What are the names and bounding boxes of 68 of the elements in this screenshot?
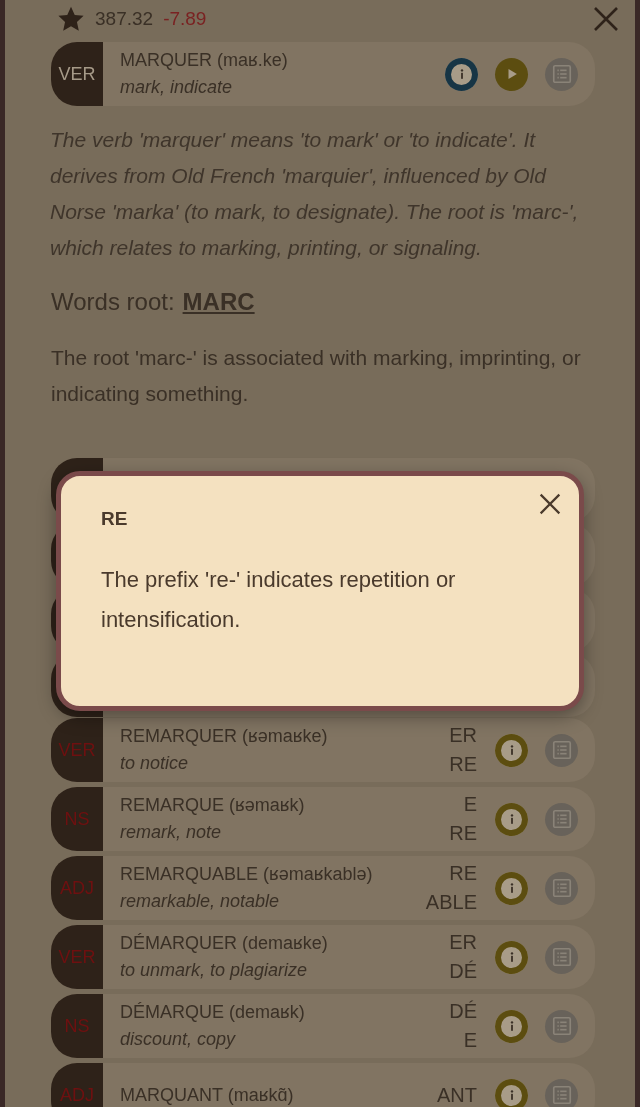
part-of-speech-badge: VER <box>51 42 103 106</box>
affix-text: DÉ <box>449 960 477 983</box>
word-title: REMARQUE (ʁəmaʁk) <box>120 795 306 816</box>
word-row[interactable]: VER REMARQUER (ʁəmaʁke) to notice ER RE <box>51 718 595 782</box>
word-translation: discount, copy <box>120 1029 237 1050</box>
dialog-text: The prefix 're-' indicates repetition or intensification. <box>101 566 457 634</box>
part-of-speech-badge: VER <box>51 718 103 782</box>
list-button[interactable] <box>545 1078 578 1107</box>
part-of-speech-badge: ADJ <box>51 1063 103 1107</box>
word-translation: mark, indicate <box>120 77 234 98</box>
star-icon <box>57 5 85 33</box>
info-button[interactable] <box>495 871 528 905</box>
info-button[interactable] <box>445 57 478 91</box>
word-title: DÉMARQUE (demaʁk) <box>120 1002 306 1023</box>
dialog-title: RE <box>101 508 129 530</box>
affix-text: RE <box>449 862 477 885</box>
list-icon <box>550 1015 573 1037</box>
etymology-text: The verb 'marquer' means 'to mark' or 'to indicate'. It derives from Old French 'marquier', influenced by Old Norse 'marka' (to mark, to designate). The root is 'marc-', which relates to marking, printing, or signaling. <box>50 127 580 261</box>
list-icon <box>550 1084 573 1106</box>
score-text: 387.32 <box>95 8 154 30</box>
affix-text: RE <box>449 753 477 776</box>
affix-text: ABLE <box>425 891 477 914</box>
root-description: The root 'marc-' is associated with marking, imprinting, or indicating something. <box>51 345 582 407</box>
affix-text: ANT <box>437 1083 477 1107</box>
info-button[interactable] <box>495 940 528 974</box>
list-button[interactable] <box>545 871 578 905</box>
score-change: -7.89 <box>163 8 207 30</box>
list-button[interactable] <box>545 1009 578 1043</box>
word-title: REMARQUABLE (ʁəmaʁkablə) <box>120 864 374 885</box>
part-of-speech-badge: NS <box>51 994 103 1058</box>
root-label: Words root: <box>51 288 175 316</box>
affix-text: E <box>463 1029 477 1052</box>
word-row[interactable]: VER DÉMARQUER (demaʁke) to unmark, to plagiarize ER DÉ <box>51 925 595 989</box>
word-translation: remarkable, notable <box>120 891 281 912</box>
list-icon <box>550 808 573 830</box>
word-title: MARQUER (maʁ.ke) <box>120 50 289 71</box>
list-button[interactable] <box>545 57 578 91</box>
play-button[interactable] <box>495 57 528 91</box>
root-link[interactable]: MARC <box>182 288 255 316</box>
list-button[interactable] <box>545 733 578 767</box>
word-translation: remark, note <box>120 822 223 843</box>
list-icon <box>550 63 573 85</box>
part-of-speech-badge: NS <box>51 787 103 851</box>
list-icon <box>550 739 573 761</box>
list-button[interactable] <box>545 802 578 836</box>
affix-text: E <box>463 793 477 816</box>
affix-text: ER <box>449 931 477 954</box>
info-button[interactable] <box>495 1009 528 1043</box>
word-row[interactable]: NS DÉMARQUE (demaʁk) discount, copy DÉ E <box>51 994 595 1058</box>
word-translation: to notice <box>120 753 190 774</box>
affix-text: RE <box>449 822 477 845</box>
word-title: REMARQUER (ʁəmaʁke) <box>120 726 329 747</box>
part-of-speech-badge: VER <box>51 925 103 989</box>
word-row[interactable]: ADJ REMARQUABLE (ʁəmaʁkablə) remarkable, notable RE ABLE <box>51 856 595 920</box>
info-button[interactable] <box>495 802 528 836</box>
affix-text: ER <box>449 724 477 747</box>
word-row[interactable]: ADJ MARQUANT (maʁkɑ̃) ANT <box>51 1063 595 1107</box>
word-row[interactable]: NS REMARQUE (ʁəmaʁk) remark, note E RE <box>51 787 595 851</box>
word-title: MARQUANT (maʁkɑ̃) <box>120 1084 295 1106</box>
info-button[interactable] <box>495 1078 528 1107</box>
affix-text: DÉ <box>449 1000 477 1023</box>
list-button[interactable] <box>545 940 578 974</box>
word-translation: to unmark, to plagiarize <box>120 960 309 981</box>
part-of-speech-badge: ADJ <box>51 856 103 920</box>
list-icon <box>550 877 573 899</box>
list-icon <box>550 946 573 968</box>
info-button[interactable] <box>495 733 528 767</box>
word-title: DÉMARQUER (demaʁke) <box>120 933 329 954</box>
